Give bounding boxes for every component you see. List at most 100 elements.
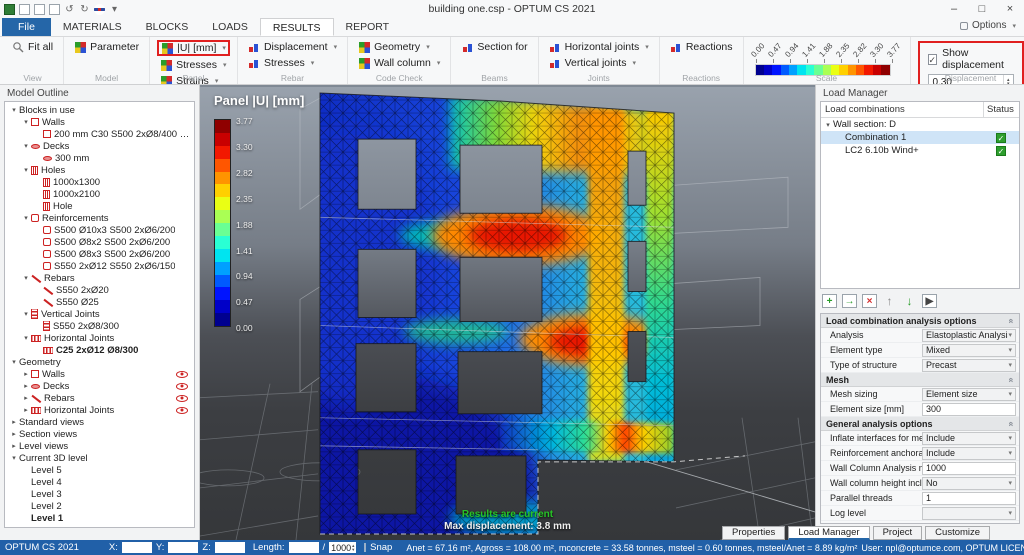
stresses-button[interactable]: Stresses▾ <box>157 58 230 72</box>
option-dropdown[interactable]: No▾ <box>922 477 1016 490</box>
tab-loads[interactable]: LOADS <box>200 18 260 36</box>
language-flag-icon[interactable] <box>94 4 105 15</box>
wall-column-button[interactable]: Wall column▾ <box>355 56 443 70</box>
z-coordinate-input[interactable] <box>215 542 245 553</box>
undo-icon[interactable]: ↺ <box>64 4 75 15</box>
tree-expand-icon[interactable]: ▸ <box>21 382 31 390</box>
tree-collapse-icon[interactable]: ▾ <box>823 121 833 129</box>
tree-collapse-icon[interactable]: ▾ <box>21 214 31 222</box>
tree-item-level-3[interactable]: Level 3 <box>5 488 194 500</box>
tree-item-standard-views[interactable]: ▸Standard views <box>5 416 194 428</box>
y-coordinate-input[interactable] <box>168 542 198 553</box>
tree-item-s500-8x2-s500-2x-6-200[interactable]: S500 Ø8x2 S500 2xØ6/200 <box>5 236 194 248</box>
tree-item-vertical-joints[interactable]: ▾Vertical Joints <box>5 308 194 320</box>
tab-blocks[interactable]: BLOCKS <box>134 18 201 36</box>
tree-item-decks[interactable]: ▸Decks <box>5 380 194 392</box>
tree-item-s500-10x3-s500-2x-6-200[interactable]: S500 Ø10x3 S500 2xØ6/200 <box>5 224 194 236</box>
move-down-button[interactable]: ↓ <box>902 294 917 308</box>
tree-item-s550-25[interactable]: S550 Ø25 <box>5 296 194 308</box>
delete-button[interactable]: × <box>862 294 877 308</box>
close-button[interactable]: × <box>996 1 1024 18</box>
displacement-button[interactable]: Displacement▾ <box>245 40 340 54</box>
dock-tab-project[interactable]: Project <box>873 526 923 540</box>
dock-tab-customize[interactable]: Customize <box>925 526 990 540</box>
section-for-button[interactable]: Section for <box>458 40 530 54</box>
vertical-joints-button[interactable]: Vertical joints▾ <box>546 56 652 70</box>
reactions-button[interactable]: Reactions <box>667 40 736 54</box>
tree-item-200-mm-c30-s500-2x-8-400-s500-2x-8[interactable]: 200 mm C30 S500 2xØ8/400 S500 2xØ8/... <box>5 128 194 140</box>
tree-collapse-icon[interactable]: ▾ <box>21 166 31 174</box>
tree-item-horizontal-joints[interactable]: ▸Horizontal Joints <box>5 404 194 416</box>
option-input[interactable]: 1 <box>922 492 1016 505</box>
spinner-arrows[interactable]: ▲▼ <box>351 544 356 551</box>
tree-item-reinforcements[interactable]: ▾Reinforcements <box>5 212 194 224</box>
visibility-eye-icon[interactable] <box>176 395 188 402</box>
option-dropdown[interactable]: Elastoplastic Analysis▾ <box>922 329 1016 342</box>
tree-collapse-icon[interactable]: ▾ <box>21 310 31 318</box>
fit-all-button[interactable]: Fit all <box>9 40 56 54</box>
collapse-chevron-icon[interactable]: « <box>1006 377 1016 382</box>
redo-icon[interactable]: ↻ <box>79 4 90 15</box>
tree-item-s550-2x-20[interactable]: S550 2xØ20 <box>5 284 194 296</box>
tree-item-level-4[interactable]: Level 4 <box>5 476 194 488</box>
tree-item-walls[interactable]: ▸Walls <box>5 368 194 380</box>
tree-item-1000x2100[interactable]: 1000x2100 <box>5 188 194 200</box>
tree-expand-icon[interactable]: ▸ <box>9 430 19 438</box>
option-input[interactable]: 1000 <box>922 462 1016 475</box>
option-dropdown[interactable]: Mixed▾ <box>922 344 1016 357</box>
tree-item-300-mm[interactable]: 300 mm <box>5 152 194 164</box>
tree-item-level-views[interactable]: ▸Level views <box>5 440 194 452</box>
maximize-button[interactable]: □ <box>968 1 996 18</box>
stresses-button[interactable]: Stresses▾ <box>245 56 340 70</box>
tree-item-geometry[interactable]: ▾Geometry <box>5 356 194 368</box>
load-combination-wall-section-d[interactable]: ▾Wall section: D <box>821 118 1019 131</box>
options-menu[interactable]: Options ▾ <box>960 20 1016 31</box>
tree-item-1000x1300[interactable]: 1000x1300 <box>5 176 194 188</box>
tree-item-walls[interactable]: ▾Walls <box>5 116 194 128</box>
tab-file[interactable]: File <box>2 18 51 36</box>
section-header-load-combination-analysis-options[interactable]: Load combination analysis options« <box>821 314 1019 328</box>
tab-results[interactable]: RESULTS <box>260 18 334 36</box>
tree-item-level-2[interactable]: Level 2 <box>5 500 194 512</box>
grid-size-spinner[interactable]: 1000 ▲▼ <box>329 542 356 553</box>
tree-item-horizontal-joints[interactable]: ▾Horizontal Joints <box>5 332 194 344</box>
tree-collapse-icon[interactable]: ▾ <box>21 334 31 342</box>
option-dropdown[interactable]: ▾ <box>922 507 1016 520</box>
section-header-mesh[interactable]: Mesh« <box>821 373 1019 387</box>
option-dropdown[interactable]: Element size▾ <box>922 388 1016 401</box>
collapse-chevron-icon[interactable]: « <box>1006 421 1016 426</box>
minimize-button[interactable]: – <box>940 1 968 18</box>
show-displacement-checkbox[interactable]: ✓Show displacement <box>928 47 1014 71</box>
new-file-icon[interactable] <box>19 4 30 15</box>
save-file-icon[interactable] <box>49 4 60 15</box>
tree-expand-icon[interactable]: ▸ <box>21 370 31 378</box>
option-input[interactable]: 300 <box>922 403 1016 416</box>
tree-collapse-icon[interactable]: ▾ <box>9 358 19 366</box>
horizontal-joints-button[interactable]: Horizontal joints▾ <box>546 40 652 54</box>
section-header-general-analysis-options[interactable]: General analysis options« <box>821 417 1019 431</box>
load-combination-lc2-6-10b-wind[interactable]: LC2 6.10b Wind+✓ <box>821 144 1019 157</box>
tree-expand-icon[interactable]: ▸ <box>21 394 31 402</box>
tab-report[interactable]: REPORT <box>334 18 402 36</box>
option-dropdown[interactable]: Include▾ <box>922 447 1016 460</box>
visibility-eye-icon[interactable] <box>176 371 188 378</box>
tree-item-level-5[interactable]: Level 5 <box>5 464 194 476</box>
tree-collapse-icon[interactable]: ▾ <box>21 274 31 282</box>
tree-item-c25-2x-12-8-300[interactable]: C25 2xØ12 Ø8/300 <box>5 344 194 356</box>
tree-collapse-icon[interactable]: ▾ <box>9 106 19 114</box>
geometry-button[interactable]: Geometry▾ <box>355 40 443 54</box>
visibility-eye-icon[interactable] <box>176 383 188 390</box>
more-icon[interactable]: ▾ <box>109 4 120 15</box>
open-file-icon[interactable] <box>34 4 45 15</box>
tree-item-current-3d-level[interactable]: ▾Current 3D level <box>5 452 194 464</box>
tree-expand-icon[interactable]: ▸ <box>21 406 31 414</box>
tree-collapse-icon[interactable]: ▾ <box>21 142 31 150</box>
tree-item-hole[interactable]: Hole <box>5 200 194 212</box>
parameter-button[interactable]: Parameter <box>71 40 142 54</box>
tree-collapse-icon[interactable]: ▾ <box>21 118 31 126</box>
tree-item-section-views[interactable]: ▸Section views <box>5 428 194 440</box>
dock-tab-load-manager[interactable]: Load Manager <box>788 526 869 540</box>
viewport-3d[interactable]: Panel |U| [mm] 3.773.302.822.351.881.410… <box>200 85 815 540</box>
tree-item-rebars[interactable]: ▾Rebars <box>5 272 194 284</box>
option-dropdown[interactable]: Include▾ <box>922 432 1016 445</box>
